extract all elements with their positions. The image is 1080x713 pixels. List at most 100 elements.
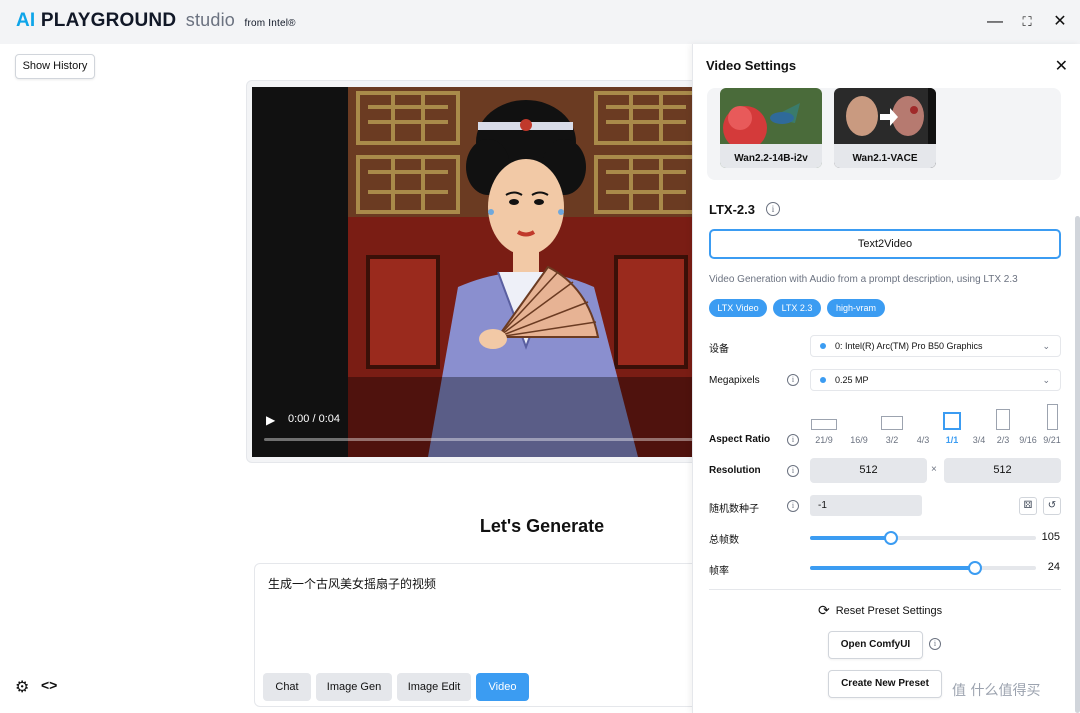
megapixels-label: Megapixels: [709, 375, 760, 386]
aspect-spacer: [911, 419, 935, 430]
mode-image-gen-button[interactable]: Image Gen: [316, 673, 392, 701]
mode-chat-button[interactable]: Chat: [263, 673, 311, 701]
info-icon[interactable]: i: [766, 202, 780, 216]
reset-preset-button[interactable]: ⟳ Reset Preset Settings: [818, 602, 942, 619]
close-icon[interactable]: ✕: [1055, 56, 1068, 76]
chevron-down-icon: ⌄: [1042, 341, 1050, 351]
prompt-text: 生成一个古风美女摇扇子的视频: [268, 577, 437, 591]
aspect-option-4-3[interactable]: 4/3: [911, 419, 935, 445]
megapixels-value: 0.25 MP: [835, 375, 869, 385]
aspect-option-9-21[interactable]: 9/21: [1042, 404, 1062, 445]
aspect-shape: [996, 409, 1010, 430]
info-icon[interactable]: i: [787, 434, 799, 446]
refresh-icon: ⟳: [818, 602, 830, 618]
model-description: Video Generation with Audio from a promp…: [709, 274, 1018, 285]
aspect-option-1-1[interactable]: 1/1: [941, 412, 963, 445]
aspect-option-16-9[interactable]: 16/9: [845, 419, 873, 445]
tag-badge: LTX 2.3: [773, 299, 821, 317]
mode-select-button[interactable]: Text2Video: [709, 229, 1061, 259]
brand-ai: AI: [16, 10, 36, 31]
minimize-button[interactable]: —: [985, 12, 1005, 32]
megapixels-select[interactable]: 0.25 MP ⌄: [810, 369, 1061, 391]
device-value: 0: Intel(R) Arc(TM) Pro B50 Graphics: [835, 341, 983, 351]
aspect-shape: [811, 419, 837, 430]
play-button[interactable]: ▶: [266, 413, 275, 427]
aspect-spacer: [1017, 419, 1039, 430]
aspect-option-3-4[interactable]: 3/4: [969, 419, 989, 445]
status-dot: [820, 343, 826, 349]
status-dot: [820, 377, 826, 383]
fps-slider-thumb[interactable]: [967, 561, 982, 575]
aspect-option-label: 21/9: [815, 435, 833, 445]
frames-value: 105: [1041, 531, 1060, 543]
reset-label: Reset Preset Settings: [835, 605, 943, 617]
aspect-option-label: 4/3: [916, 435, 930, 445]
resolution-x: ×: [931, 464, 937, 475]
resolution-width-input[interactable]: 512: [810, 458, 927, 483]
model-name: LTX-2.3: [709, 202, 755, 217]
aspect-option-label: 3/2: [885, 435, 899, 445]
close-window-button[interactable]: ✕: [1050, 12, 1070, 32]
dice-icon[interactable]: ⚄: [1019, 497, 1037, 515]
fps-value: 24: [1047, 561, 1060, 573]
show-history-button[interactable]: Show History: [15, 54, 95, 79]
aspect-option-21-9[interactable]: 21/9: [810, 419, 838, 445]
info-icon[interactable]: i: [929, 638, 941, 650]
aspect-option-label: 3/4: [972, 435, 986, 445]
model-label: Wan2.2-14B-i2v: [734, 153, 808, 164]
gear-icon[interactable]: ⚙: [15, 677, 29, 697]
aspect-option-label: 9/21: [1043, 435, 1061, 445]
device-select[interactable]: 0: Intel(R) Arc(TM) Pro B50 Graphics ⌄: [810, 335, 1061, 357]
app-logo: AI PLAYGROUND studio from Intel®: [16, 10, 296, 32]
fps-slider-fill: [810, 566, 975, 570]
tag-badge: high-vram: [827, 299, 885, 317]
video-seek-bar[interactable]: [264, 438, 706, 441]
aspect-option-2-3[interactable]: 2/3: [993, 409, 1013, 445]
code-icon[interactable]: <>: [41, 677, 57, 693]
maximize-button[interactable]: ⛶: [1017, 12, 1037, 32]
mode-image-edit-button[interactable]: Image Edit: [397, 673, 471, 701]
device-label: 设备: [709, 344, 729, 355]
resolution-label: Resolution: [709, 465, 761, 476]
aspect-spacer: [969, 419, 989, 430]
frames-label: 总帧数: [709, 535, 739, 546]
model-card-wan21[interactable]: Wan2.1-VACE: [834, 88, 936, 168]
aspect-option-3-2[interactable]: 3/2: [880, 416, 904, 445]
aspect-shape: [1046, 404, 1058, 430]
brand-studio: studio: [185, 10, 235, 30]
seed-input[interactable]: -1: [810, 495, 922, 516]
page-heading: Let's Generate: [479, 516, 605, 536]
divider: [709, 589, 1061, 590]
brand-from: from Intel®: [244, 18, 296, 29]
mode-video-button[interactable]: Video: [476, 673, 529, 701]
frames-slider-thumb[interactable]: [884, 531, 899, 545]
generated-video-frame: [348, 87, 706, 457]
aspect-option-9-16[interactable]: 9/16: [1017, 419, 1039, 445]
aspect-shape: [881, 416, 903, 430]
aspect-spacer: [845, 419, 873, 430]
settings-title: Video Settings: [706, 58, 797, 73]
undo-icon[interactable]: ↺: [1043, 497, 1061, 515]
frames-slider-fill: [810, 536, 892, 540]
aspect-option-label: 1/1: [945, 435, 959, 445]
model-label: Wan2.1-VACE: [852, 153, 918, 164]
frames-slider[interactable]: [810, 531, 1036, 545]
aspect-option-label: 9/16: [1019, 435, 1037, 445]
resolution-height-input[interactable]: 512: [944, 458, 1061, 483]
aspect-ratio-label: Aspect Ratio: [709, 434, 771, 445]
scrollbar[interactable]: [1075, 216, 1080, 713]
info-icon[interactable]: i: [787, 374, 799, 386]
model-card-wan22[interactable]: Wan2.2-14B-i2v: [720, 88, 822, 168]
info-icon[interactable]: i: [787, 465, 799, 477]
watermark: 值 什么值得买: [952, 683, 1041, 699]
seed-label: 随机数种子: [709, 504, 759, 515]
aspect-shape: [943, 412, 961, 430]
title-bar: AI PLAYGROUND studio from Intel® — ⛶ ✕: [0, 0, 1080, 44]
aspect-option-label: 16/9: [850, 435, 868, 445]
tag-badge: LTX Video: [709, 299, 767, 317]
open-comfyui-button[interactable]: Open ComfyUI: [828, 631, 923, 659]
video-player[interactable]: ▶ 0:00 / 0:04: [252, 87, 706, 457]
create-preset-button[interactable]: Create New Preset: [828, 670, 942, 698]
fps-slider[interactable]: [810, 561, 1036, 575]
info-icon[interactable]: i: [787, 500, 799, 512]
